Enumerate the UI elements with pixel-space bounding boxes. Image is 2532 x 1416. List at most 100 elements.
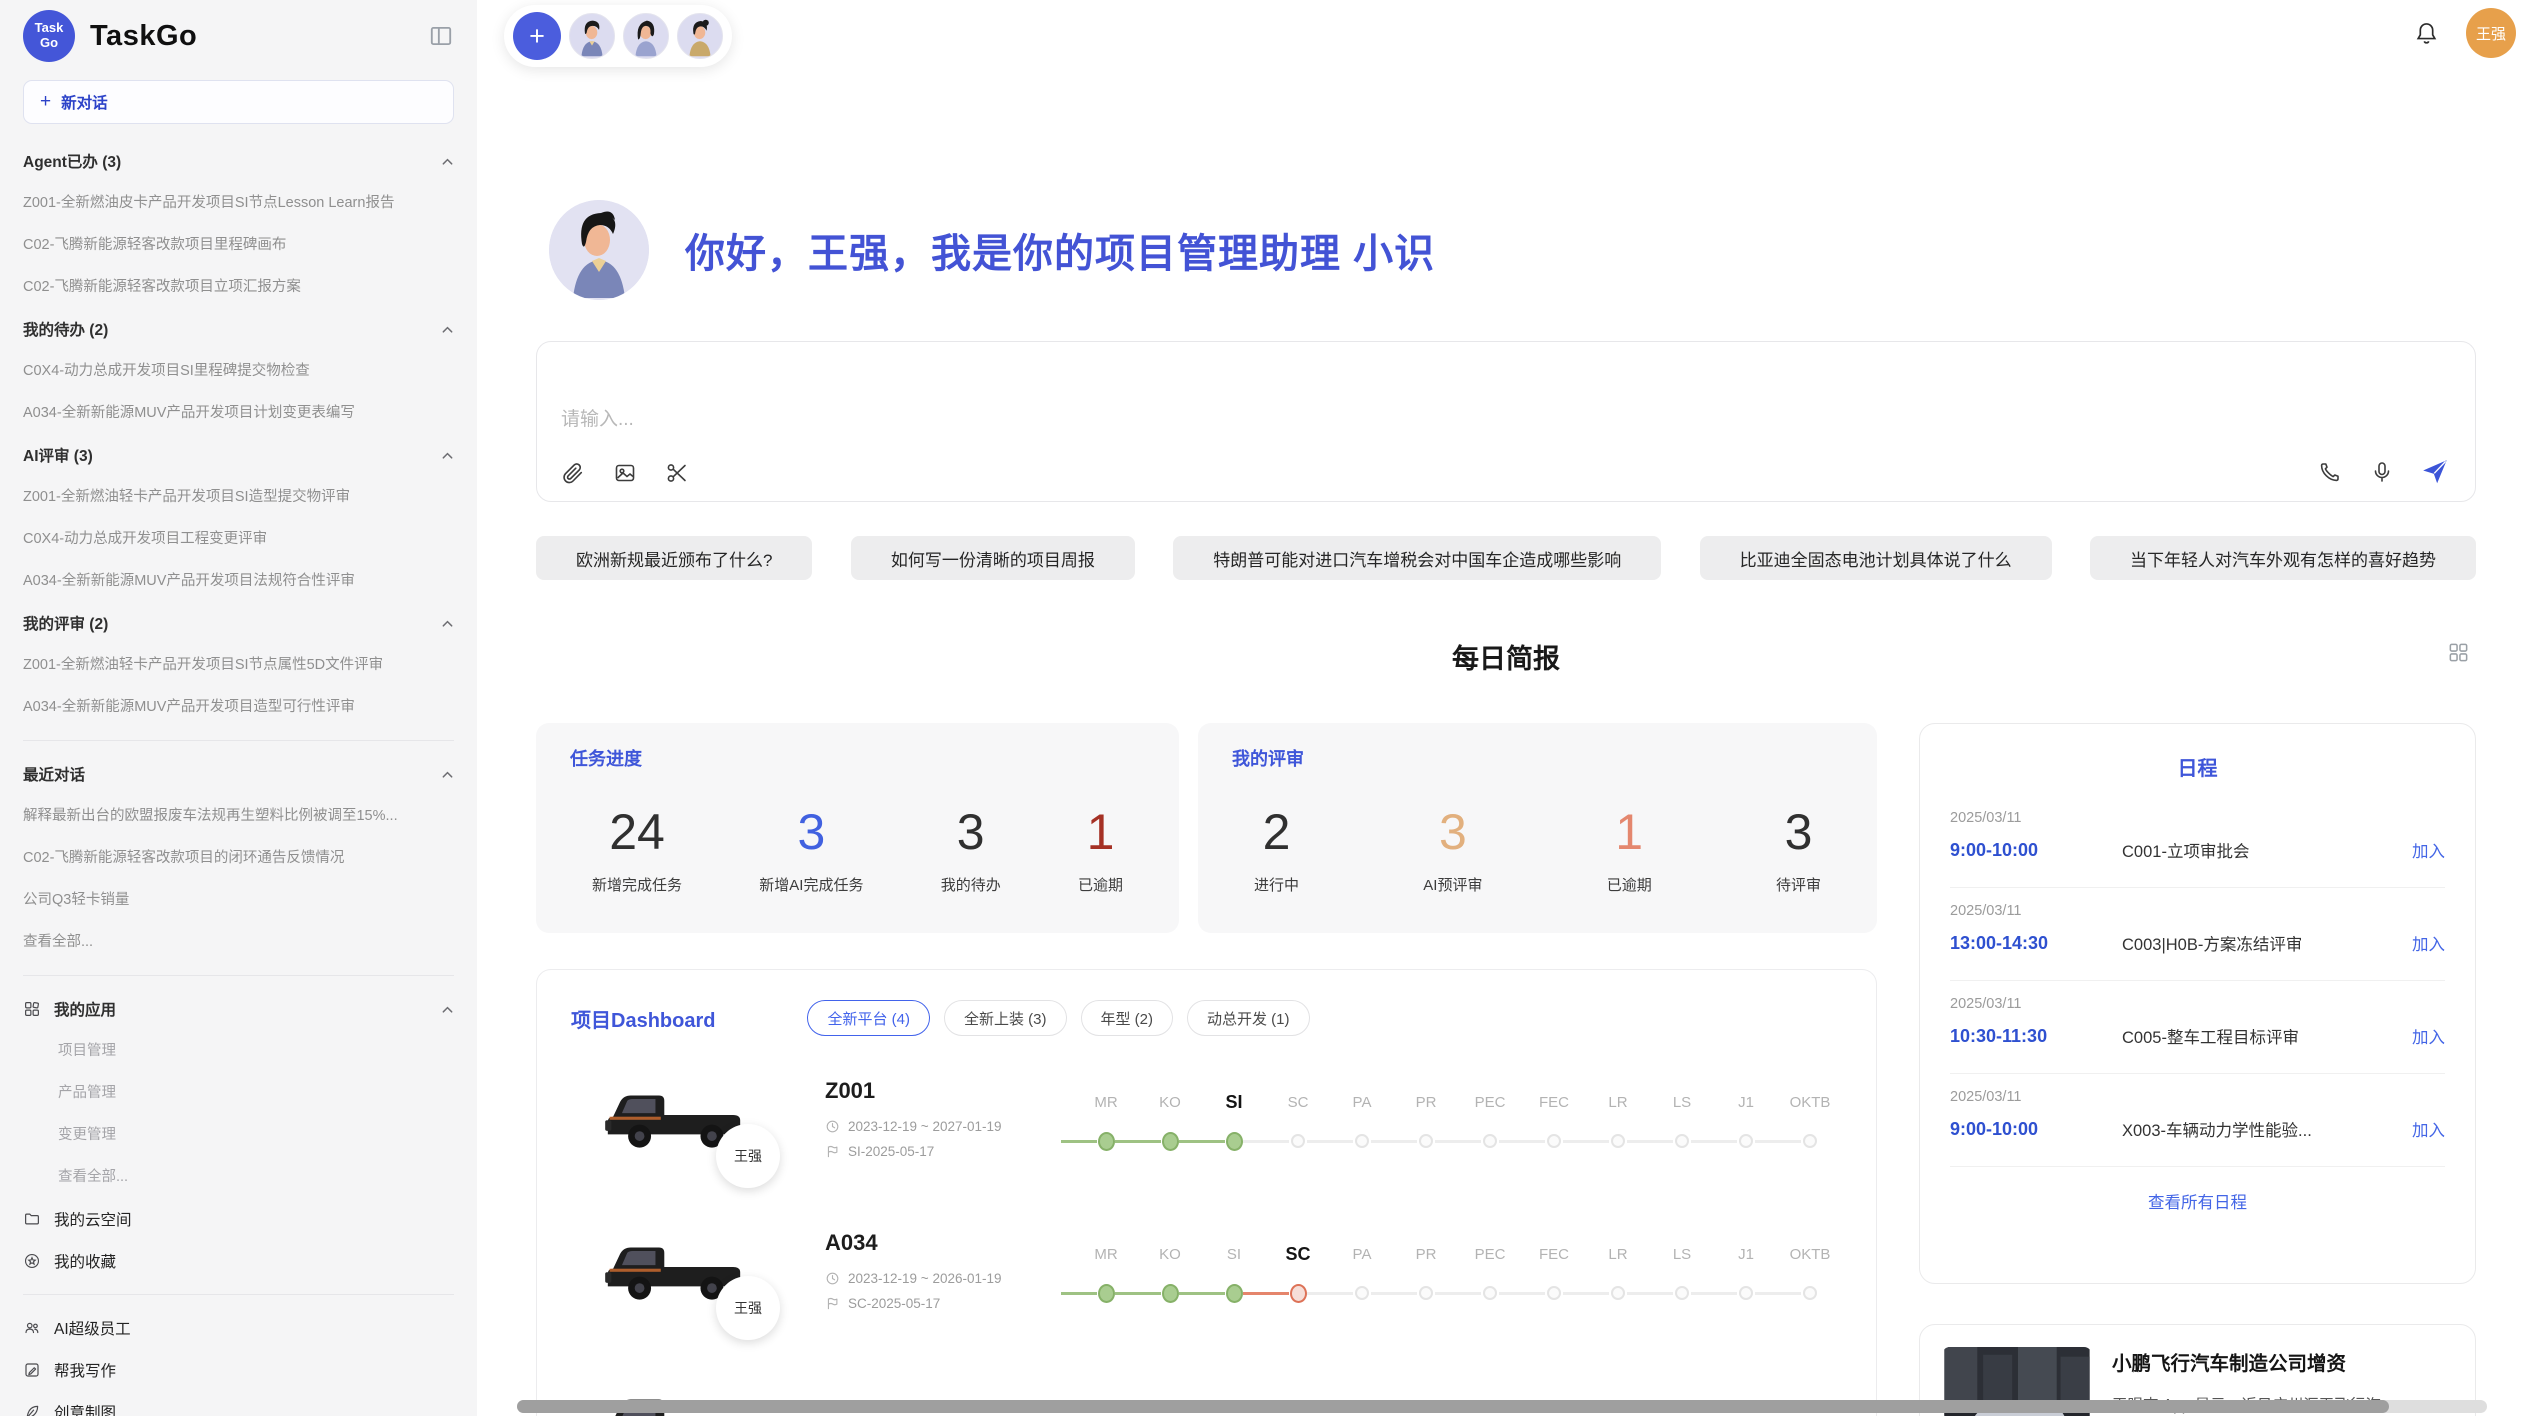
milestone-label: PA (1330, 1094, 1394, 1111)
sidebar-item[interactable]: C02-飞腾新能源轻客改款项目里程碑画布 (23, 224, 454, 266)
sidebar-section-header[interactable]: 我的待办 (2) (23, 308, 454, 350)
sidebar-item[interactable]: 查看全部... (23, 1156, 454, 1198)
agent-avatar[interactable] (623, 13, 669, 59)
schedule-event-name: C001-立项审批会 (2122, 838, 2412, 862)
user-avatar[interactable]: 王强 (2466, 8, 2516, 58)
milestone-label: LR (1586, 1094, 1650, 1111)
milestone-dot (1419, 1134, 1433, 1148)
sidebar-item[interactable]: A034-全新新能源MUV产品开发项目计划变更表编写 (23, 392, 454, 434)
view-all-schedule-link[interactable]: 查看所有日程 (1950, 1189, 2445, 1213)
composer-attachments (561, 461, 689, 485)
layout-grid-icon[interactable] (2447, 641, 2470, 664)
section-title: 我的评审 (2) (23, 612, 108, 634)
suggestion-chip[interactable]: 如何写一份清晰的项目周报 (851, 536, 1135, 580)
sidebar-item[interactable]: A034-全新新能源MUV产品开发项目法规符合性评审 (23, 560, 454, 602)
sidebar-item[interactable]: Z001-全新燃油皮卡产品开发项目SI节点Lesson Learn报告 (23, 182, 454, 224)
sidebar-tool-write[interactable]: 帮我写作 (23, 1349, 454, 1391)
milestone-segment (1435, 1140, 1481, 1143)
notifications-bell-icon[interactable] (2413, 20, 2440, 47)
sidebar-section-header[interactable]: Agent已办 (3) (23, 140, 454, 182)
suggestion-chip[interactable]: 欧洲新规最近颁布了什么? (536, 536, 812, 580)
sidebar-item[interactable]: 变更管理 (23, 1114, 454, 1156)
stat: 1已逾期 (1078, 805, 1123, 895)
dashboard-filter-chip[interactable]: 动总开发 (1) (1187, 1000, 1310, 1036)
suggestion-chip[interactable]: 比亚迪全固态电池计划具体说了什么 (1700, 536, 2052, 580)
milestone-label: PA (1330, 1246, 1394, 1263)
sidebar-item[interactable]: Z001-全新燃油轻卡产品开发项目SI节点属性5D文件评审 (23, 644, 454, 686)
flag-milestone: SI-2025-05-17 (848, 1144, 934, 1159)
milestone-dot (1803, 1134, 1817, 1148)
milestone-dot (1611, 1134, 1625, 1148)
project-code: Z001 (825, 1078, 1002, 1104)
sidebar-tool-users[interactable]: AI超级员工 (23, 1307, 454, 1349)
recent-chats-section: 最近对话解释最新出台的欧盟报废车法规再生塑料比例被调至15%...C02-飞腾新… (23, 753, 454, 963)
milestone-label: SC (1266, 1244, 1330, 1265)
sidebar-item[interactable]: C02-飞腾新能源轻客改款项目立项汇报方案 (23, 266, 454, 308)
dashboard-filter-chip[interactable]: 全新平台 (4) (807, 1000, 930, 1036)
sidebar-section-header[interactable]: AI评审 (3) (23, 434, 454, 476)
add-agent-button[interactable]: + (513, 12, 561, 60)
sidebar-item[interactable]: Z001-全新燃油轻卡产品开发项目SI造型提交物评审 (23, 476, 454, 518)
join-button[interactable]: 加入 (2412, 1117, 2445, 1141)
sidebar-tool-feather[interactable]: 创意制图 (23, 1391, 454, 1416)
join-button[interactable]: 加入 (2412, 1024, 2445, 1048)
horizontal-scrollbar[interactable] (517, 1400, 2487, 1413)
schedule-time: 9:00-10:00 (1950, 840, 2122, 861)
milestone-dot (1803, 1286, 1817, 1300)
dashboard-filter-chip[interactable]: 年型 (2) (1081, 1000, 1174, 1036)
scissors-icon[interactable] (665, 461, 689, 485)
microphone-icon[interactable] (2370, 460, 2394, 484)
stat: 3AI预评审 (1423, 805, 1482, 895)
sidebar-item[interactable]: 解释最新出台的欧盟报废车法规再生塑料比例被调至15%... (23, 795, 454, 837)
link-label: 我的云空间 (54, 1208, 132, 1230)
scrollbar-thumb[interactable] (517, 1400, 2389, 1413)
join-button[interactable]: 加入 (2412, 931, 2445, 955)
schedule-item: 2025/03/119:00-10:00X003-车辆动力学性能验...加入 (1950, 1074, 2445, 1167)
sidebar-item[interactable]: C0X4-动力总成开发项目SI里程碑提交物检查 (23, 350, 454, 392)
flag-milestone: SC-2025-05-17 (848, 1296, 940, 1311)
send-icon[interactable] (2422, 458, 2449, 485)
milestone-segment (1499, 1140, 1545, 1143)
stat-label: 已逾期 (1078, 874, 1123, 895)
sidebar-section-header[interactable]: 我的应用 (23, 988, 454, 1030)
suggestion-chip[interactable]: 当下年轻人对汽车外观有怎样的喜好趋势 (2090, 536, 2476, 580)
schedule-date: 2025/03/11 (1950, 996, 2445, 1012)
dashboard-filter-chip[interactable]: 全新上装 (3) (944, 1000, 1067, 1036)
milestone-segment (1691, 1140, 1737, 1143)
sidebar-item[interactable]: 查看全部... (23, 921, 454, 963)
attach-file-icon[interactable] (561, 461, 585, 485)
chevron-up-icon (441, 617, 454, 630)
collapse-sidebar-icon[interactable] (428, 23, 454, 49)
milestone-label: J1 (1714, 1246, 1778, 1263)
sidebar-item[interactable]: C0X4-动力总成开发项目工程变更评审 (23, 518, 454, 560)
suggestion-chip[interactable]: 特朗普可能对进口汽车增税会对中国车企造成哪些影响 (1173, 536, 1661, 580)
sidebar-item[interactable]: 项目管理 (23, 1030, 454, 1072)
voice-call-icon[interactable] (2318, 460, 2342, 484)
project-flag: SI-2025-05-17 (825, 1144, 1002, 1159)
sidebar-section-header[interactable]: 我的评审 (2) (23, 602, 454, 644)
divider (23, 975, 454, 976)
project-dates: 2023-12-19 ~ 2026-01-19 (825, 1271, 1002, 1286)
sidebar-section-header[interactable]: 最近对话 (23, 753, 454, 795)
my-apps-section: 我的应用项目管理产品管理变更管理查看全部... (23, 988, 454, 1198)
milestone-label: MR (1074, 1094, 1138, 1111)
milestone-segment (1371, 1292, 1417, 1295)
insert-image-icon[interactable] (613, 461, 637, 485)
composer-actions (2318, 458, 2449, 485)
new-chat-button[interactable]: + 新对话 (23, 80, 454, 124)
sidebar-link-star[interactable]: 我的收藏 (23, 1240, 454, 1282)
sidebar-item[interactable]: A034-全新新能源MUV产品开发项目造型可行性评审 (23, 686, 454, 728)
agent-avatar[interactable] (677, 13, 723, 59)
users-icon (23, 1319, 41, 1337)
milestone-label: PEC (1458, 1246, 1522, 1263)
milestone-label: LR (1586, 1246, 1650, 1263)
sidebar-item[interactable]: C02-飞腾新能源轻客改款项目的闭环通告反馈情况 (23, 837, 454, 879)
milestone-label: J1 (1714, 1094, 1778, 1111)
sidebar-item[interactable]: 产品管理 (23, 1072, 454, 1114)
join-button[interactable]: 加入 (2412, 838, 2445, 862)
chat-input[interactable] (537, 342, 2475, 454)
sidebar-link-folder[interactable]: 我的云空间 (23, 1198, 454, 1240)
sidebar-item[interactable]: 公司Q3轻卡销量 (23, 879, 454, 921)
agent-avatar[interactable] (569, 13, 615, 59)
quick-access-pill: + (504, 5, 732, 67)
